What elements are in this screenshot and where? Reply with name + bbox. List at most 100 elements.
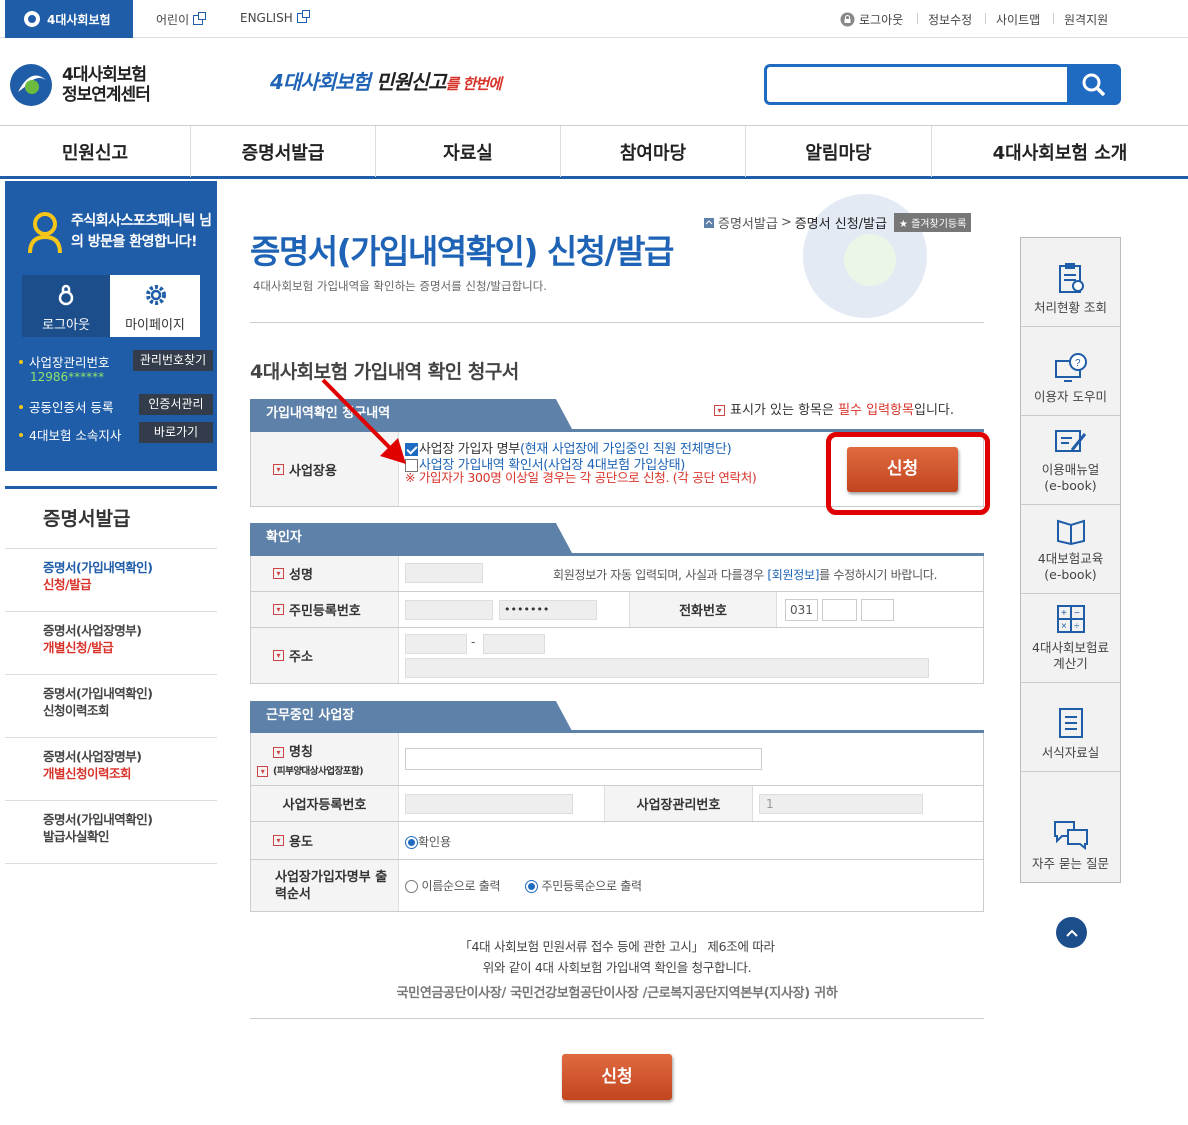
gnb-about[interactable]: 4대사회보험 소개	[932, 126, 1188, 177]
rrn-cell: •••••••	[399, 592, 630, 627]
notice-addressee: 국민연금공단이사장/ 국민건강보험공단이사장 /근로복지공단지역본부(지사장) …	[396, 986, 838, 1001]
workplace-numbers-row: 사업자등록번호 사업장관리번호 1	[250, 786, 984, 822]
purpose-option[interactable]: 확인용	[405, 833, 451, 850]
quick-manual-ebook-label: 이용매뉴얼 (e-book)	[1041, 462, 1100, 493]
bizmgmt-field[interactable]: 1	[759, 794, 923, 814]
kids-link[interactable]: 어린이	[156, 11, 207, 28]
purpose-label: ▾ 용도	[251, 822, 399, 859]
remote-support-link[interactable]: 원격지원	[1064, 11, 1108, 28]
bizmgmt-label: 사업장관리번호	[605, 786, 753, 821]
bizreg-field[interactable]	[405, 794, 573, 814]
logout-link[interactable]: 로그아웃	[840, 11, 903, 28]
calculator-icon: + − × ÷	[1056, 604, 1086, 634]
apply-button-top[interactable]: 신청	[847, 447, 958, 492]
side-menu-item-line2: 신청/발급	[43, 577, 92, 592]
side-menu-item-issue-verify[interactable]: 증명서(가입내역확인) 발급사실확인	[5, 801, 217, 864]
speech-bubbles-icon	[1052, 818, 1090, 850]
quick-premium-calculator-label: 4대사회보험료 계산기	[1032, 640, 1109, 671]
quick-user-help[interactable]: ? 이용자 도우미	[1021, 327, 1120, 416]
search-button[interactable]	[1067, 64, 1121, 105]
quick-faq[interactable]: 자주 묻는 질문	[1021, 772, 1120, 882]
logo-line-2: 정보연계센터	[62, 85, 151, 105]
branch-goto-button[interactable]: 바로가기	[139, 422, 213, 443]
workplace-name-field[interactable]	[405, 748, 762, 770]
required-mark-icon: ▾	[714, 405, 725, 416]
section-tab-workplace: 근무중인 사업장	[250, 701, 572, 731]
svg-text:+: +	[1061, 608, 1067, 619]
rrn-front-field[interactable]	[405, 600, 493, 620]
rrn-back-field[interactable]: •••••••	[499, 600, 597, 620]
quick-education-ebook[interactable]: 4대보험교육 (e-book)	[1021, 505, 1120, 594]
profile-logout-label: 로그아웃	[42, 318, 90, 333]
mypage-button[interactable]: 마이페이지	[110, 275, 200, 337]
search-input[interactable]	[764, 64, 1067, 105]
add-favorite-button[interactable]: ★ 즐겨찾기등록	[893, 213, 972, 232]
phone-part2-field[interactable]	[822, 599, 857, 621]
gnb-library[interactable]: 자료실	[376, 126, 561, 177]
page-description: 4대사회보험 가입내역을 확인하는 증명서를 신청/발급합니다.	[253, 279, 547, 293]
edit-info-link[interactable]: 정보수정	[928, 11, 972, 28]
brand-tab[interactable]: 4대사회보험	[5, 0, 133, 38]
member-info-notice-a: 회원정보가 자동 입력되며, 사실과 다를경우	[553, 568, 768, 582]
cert-label: 공동인증서 등록	[29, 400, 114, 415]
output-order-row: 사업장가입자명부 출력순서 이름순으로 출력 주민등록순으로 출력	[250, 860, 984, 912]
order-by-rrn-radio[interactable]	[525, 880, 538, 893]
zipcode-field-2[interactable]	[483, 634, 545, 654]
profile-logout-button[interactable]: 로그아웃	[22, 275, 110, 337]
find-biz-no-button[interactable]: 관리번호찾기	[133, 350, 213, 371]
top-bar: 4대사회보험 어린이 ENGLISH 로그아웃 정보수정 사이트맵 원격지원	[0, 0, 1188, 38]
english-link[interactable]: ENGLISH	[240, 10, 310, 25]
cert-manage-button[interactable]: 인증서관리	[139, 394, 213, 415]
gnb-certificate[interactable]: 증명서발급	[191, 126, 376, 177]
remote-support-label: 원격지원	[1064, 13, 1109, 27]
side-menu-item-line1: 증명서(가입내역확인)	[43, 560, 153, 575]
side-menu-item-join-history[interactable]: 증명서(가입내역확인) 신청이력조회	[5, 675, 217, 738]
branch-row: 4대보험 소속지사	[19, 425, 121, 444]
gnb-complaint[interactable]: 민원신고	[0, 126, 191, 177]
quick-form-library[interactable]: 서식자료실	[1021, 683, 1120, 772]
side-menu-item-roster-history[interactable]: 증명서(사업장명부) 개별신청이력조회	[5, 738, 217, 801]
apply-button-bottom[interactable]: 신청	[562, 1054, 672, 1100]
required-mark-icon: ▾	[273, 835, 284, 846]
sitemap-label: 사이트맵	[996, 13, 1041, 27]
quick-status-lookup[interactable]: 처리현황 조회	[1021, 238, 1120, 327]
slogan-part-b: 민원신고	[369, 70, 447, 94]
quick-manual-ebook[interactable]: 이용매뉴얼 (e-book)	[1021, 416, 1120, 505]
side-menu-item-join-apply[interactable]: 증명서(가입내역확인) 신청/발급	[5, 549, 217, 612]
output-order-cell: 이름순으로 출력 주민등록순으로 출력	[399, 860, 983, 911]
address-field[interactable]	[405, 658, 929, 678]
chevron-up-icon	[1065, 929, 1078, 937]
site-logo[interactable]: 4대사회보험 정보연계센터	[8, 62, 151, 108]
divider	[250, 1018, 984, 1019]
side-menu-item-roster-apply[interactable]: 증명서(사업장명부) 개별신청/발급	[5, 612, 217, 675]
gnb-notice[interactable]: 알림마당	[746, 126, 932, 177]
english-link-label: ENGLISH	[240, 11, 293, 25]
phone-part1-field[interactable]: 031	[785, 599, 818, 621]
quick-premium-calculator[interactable]: + − × ÷ 4대사회보험료 계산기	[1021, 594, 1120, 683]
member-info-link[interactable]: [회원정보]	[767, 568, 819, 582]
order-by-rrn-option[interactable]: 주민등록순으로 출력	[525, 877, 642, 894]
svg-text:?: ?	[1075, 358, 1081, 369]
rrn-label: ▾ 주민등록번호	[251, 592, 399, 627]
confirmer-address-row: ▾ 주소 -	[250, 628, 984, 684]
address-cell: -	[399, 628, 983, 683]
scroll-top-button[interactable]	[1056, 917, 1087, 948]
purpose-radio[interactable]	[405, 836, 418, 849]
notice-line-2: 위와 같이 4대 사회보험 가입내역 확인을 청구합니다.	[482, 960, 752, 975]
gnb-participation[interactable]: 참여마당	[561, 126, 746, 177]
phone-part3-field[interactable]	[861, 599, 894, 621]
required-note-c: 입니다.	[913, 403, 954, 418]
divider	[250, 322, 984, 323]
order-by-name-radio[interactable]	[405, 880, 418, 893]
confirmer-name-field[interactable]	[405, 563, 483, 583]
confirmer-name-label-text: 성명	[289, 568, 313, 583]
sitemap-link[interactable]: 사이트맵	[996, 11, 1040, 28]
order-by-name-option[interactable]: 이름순으로 출력	[405, 877, 501, 894]
slogan: 4대사회보험 민원신고를 한번에	[270, 66, 502, 95]
slogan-part-c: 를 한번에	[445, 75, 502, 93]
confirmer-name-cell: 회원정보가 자동 입력되며, 사실과 다를경우 [회원정보]를 수정하시기 바랍…	[399, 556, 983, 591]
list-document-icon	[1058, 707, 1084, 739]
breadcrumb-level1[interactable]: 증명서발급	[718, 213, 778, 232]
zipcode-field-1[interactable]	[405, 634, 467, 654]
quick-status-lookup-label: 처리현황 조회	[1034, 300, 1107, 315]
